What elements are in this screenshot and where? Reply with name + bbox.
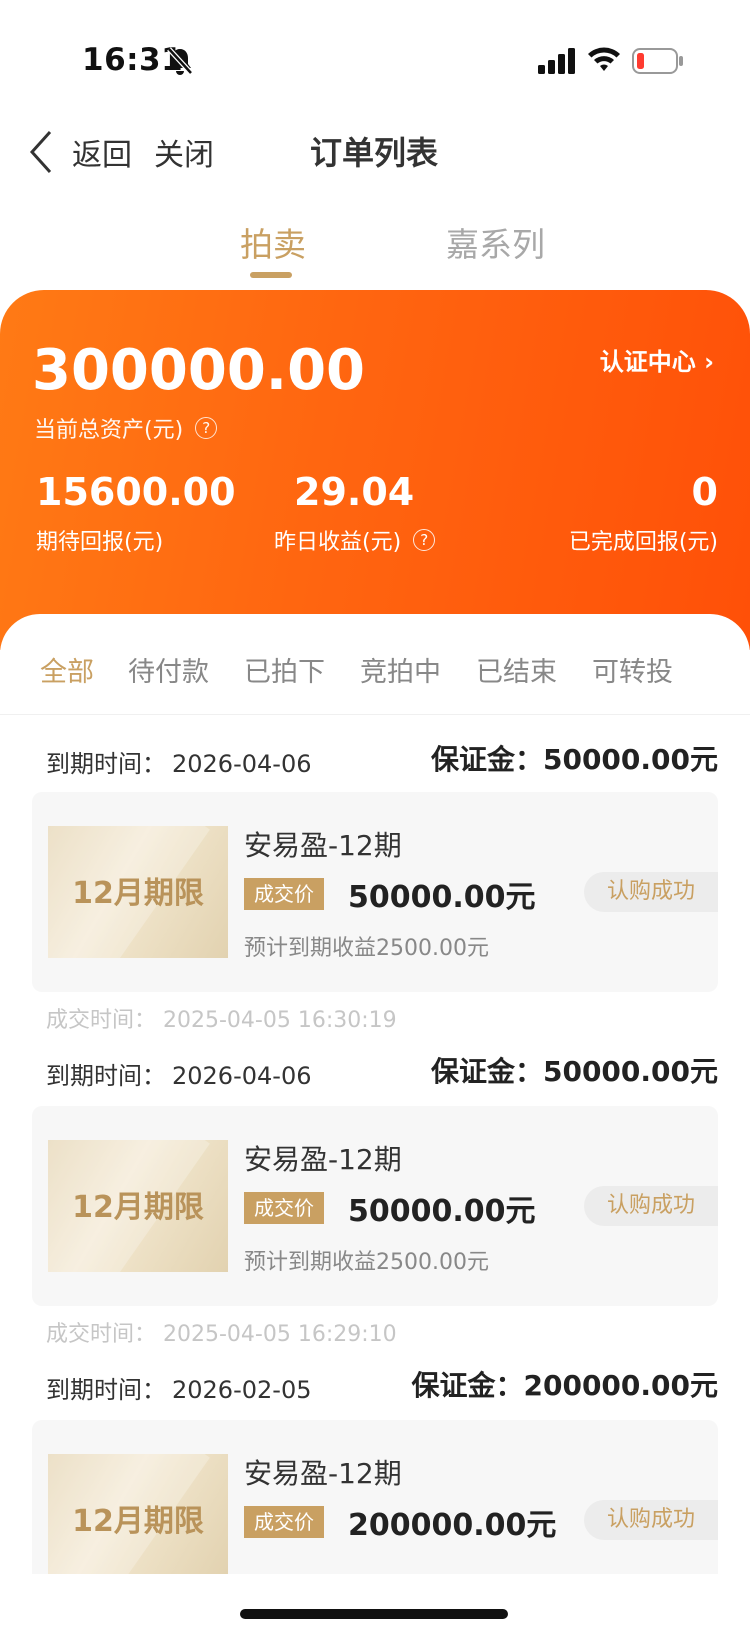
deal-price: 50000.00元	[348, 880, 536, 915]
order-due-row: 到期时间： 2026-04-06	[46, 744, 311, 779]
tab-jia-series[interactable]: 嘉系列	[446, 218, 545, 266]
tab-active-indicator	[250, 272, 292, 278]
due-date: 2026-04-06	[172, 1062, 312, 1090]
cert-center-link[interactable]: 认证中心 ›	[600, 342, 714, 377]
yesterday-income-label: 昨日收益(元)	[274, 530, 402, 555]
thumbnail-term-text: 12月期限	[72, 1504, 204, 1539]
order-card[interactable]: 12月期限 安易盈-12期 成交价 50000.00元 预计到期收益2500.0…	[32, 792, 718, 992]
order-card[interactable]: 12月期限 安易盈-12期 成交价 50000.00元 预计到期收益2500.0…	[32, 1106, 718, 1306]
order-deposit: 保证金：50000.00元	[431, 1050, 718, 1090]
filter-tab-pending-payment[interactable]: 待付款	[128, 650, 209, 689]
yesterday-income-label-row: 昨日收益(元) ?	[274, 524, 436, 556]
bell-muted-icon	[167, 47, 193, 75]
status-badge: 认购成功	[584, 1500, 718, 1540]
price-tag: 成交价	[244, 878, 324, 910]
close-button[interactable]: 关闭	[154, 130, 214, 174]
deal-time: 成交时间： 2025-04-05 16:30:19	[46, 1008, 397, 1033]
filter-tab-all[interactable]: 全部	[40, 650, 94, 689]
total-assets-value: 300000.00	[32, 338, 365, 403]
back-label: 返回	[72, 138, 132, 173]
help-icon[interactable]: ?	[413, 529, 436, 551]
price-tag: 成交价	[244, 1192, 324, 1224]
back-button[interactable]: 返回	[28, 124, 132, 180]
filter-tabs: 全部 待付款 已拍下 竞拍中 已结束 可转投	[0, 614, 750, 715]
deposit-value: 50000.00元	[542, 1055, 718, 1088]
chevron-left-icon	[29, 130, 52, 174]
product-thumbnail: 12月期限	[48, 1454, 228, 1574]
wifi-icon	[588, 47, 620, 71]
deal-time: 成交时间： 2025-04-05 16:29:10	[46, 1322, 397, 1347]
completed-return-stat: 0 已完成回报(元)	[569, 470, 718, 556]
battery-low-icon	[632, 48, 683, 74]
cellular-signal-icon	[538, 48, 575, 74]
thumbnail-term-text: 12月期限	[72, 1190, 204, 1225]
deal-price: 50000.00元	[348, 1194, 536, 1229]
product-name: 安易盈-12期	[244, 1457, 402, 1490]
asset-summary-card: 300000.00 当前总资产(元) ? 认证中心 › 15600.00 期待回…	[0, 290, 750, 650]
completed-return-label: 已完成回报(元)	[568, 530, 718, 555]
deposit-value: 50000.00元	[542, 743, 718, 776]
tab-auction[interactable]: 拍卖	[240, 218, 306, 266]
due-label: 到期时间：	[46, 1062, 166, 1090]
order-due-row: 到期时间： 2026-02-05	[46, 1370, 311, 1405]
filter-tab-transferable[interactable]: 可转投	[592, 650, 673, 689]
order-deposit: 保证金：50000.00元	[431, 738, 718, 778]
due-date: 2026-02-05	[172, 1376, 312, 1404]
deposit-label: 保证金：	[411, 1369, 524, 1402]
completed-return-value: 0	[691, 470, 718, 514]
order-due-row: 到期时间： 2026-04-06	[46, 1056, 311, 1091]
total-assets-label-row: 当前总资产(元) ?	[34, 412, 218, 444]
deposit-value: 200000.00元	[523, 1369, 719, 1402]
deal-price: 200000.00元	[348, 1508, 557, 1543]
price-tag: 成交价	[244, 1506, 324, 1538]
filter-tab-won[interactable]: 已拍下	[244, 650, 325, 689]
expected-return-stat: 15600.00 期待回报(元)	[36, 470, 236, 556]
filter-tab-bidding[interactable]: 竞拍中	[360, 650, 441, 689]
filter-tab-ended[interactable]: 已结束	[476, 650, 557, 689]
order-list-panel: 全部 待付款 已拍下 竞拍中 已结束 可转投 到期时间： 2026-04-06 保…	[0, 614, 750, 1631]
product-thumbnail: 12月期限	[48, 826, 228, 958]
page-title: 订单列表	[310, 134, 439, 172]
due-label: 到期时间：	[46, 750, 166, 778]
main-tabs: 拍卖 嘉系列	[0, 218, 750, 278]
expected-income: 预计到期收益2500.00元	[244, 1250, 489, 1275]
deposit-label: 保证金：	[430, 1055, 543, 1088]
status-bar: 16:31	[0, 0, 750, 120]
order-card[interactable]: 12月期限 安易盈-12期 成交价 200000.00元 认购成功	[32, 1420, 718, 1574]
due-label: 到期时间：	[46, 1376, 166, 1404]
home-indicator[interactable]	[240, 1609, 508, 1619]
status-badge: 认购成功	[584, 1186, 718, 1226]
product-thumbnail: 12月期限	[48, 1140, 228, 1272]
yesterday-income-value: 29.04	[294, 470, 415, 514]
expected-return-label: 期待回报(元)	[36, 530, 164, 555]
nav-bar: 返回 关闭 订单列表	[0, 120, 750, 200]
product-name: 安易盈-12期	[244, 1143, 402, 1176]
order-deposit: 保证金：200000.00元	[411, 1364, 718, 1404]
yesterday-income-stat: 29.04 昨日收益(元) ?	[274, 470, 436, 556]
deposit-label: 保证金：	[430, 743, 543, 776]
total-assets-label: 当前总资产(元)	[34, 418, 184, 443]
status-badge: 认购成功	[584, 872, 718, 912]
product-name: 安易盈-12期	[244, 829, 402, 862]
thumbnail-term-text: 12月期限	[72, 876, 204, 911]
help-icon[interactable]: ?	[195, 417, 218, 439]
expected-income: 预计到期收益2500.00元	[244, 936, 489, 961]
expected-return-value: 15600.00	[36, 470, 236, 514]
due-date: 2026-04-06	[172, 750, 312, 778]
